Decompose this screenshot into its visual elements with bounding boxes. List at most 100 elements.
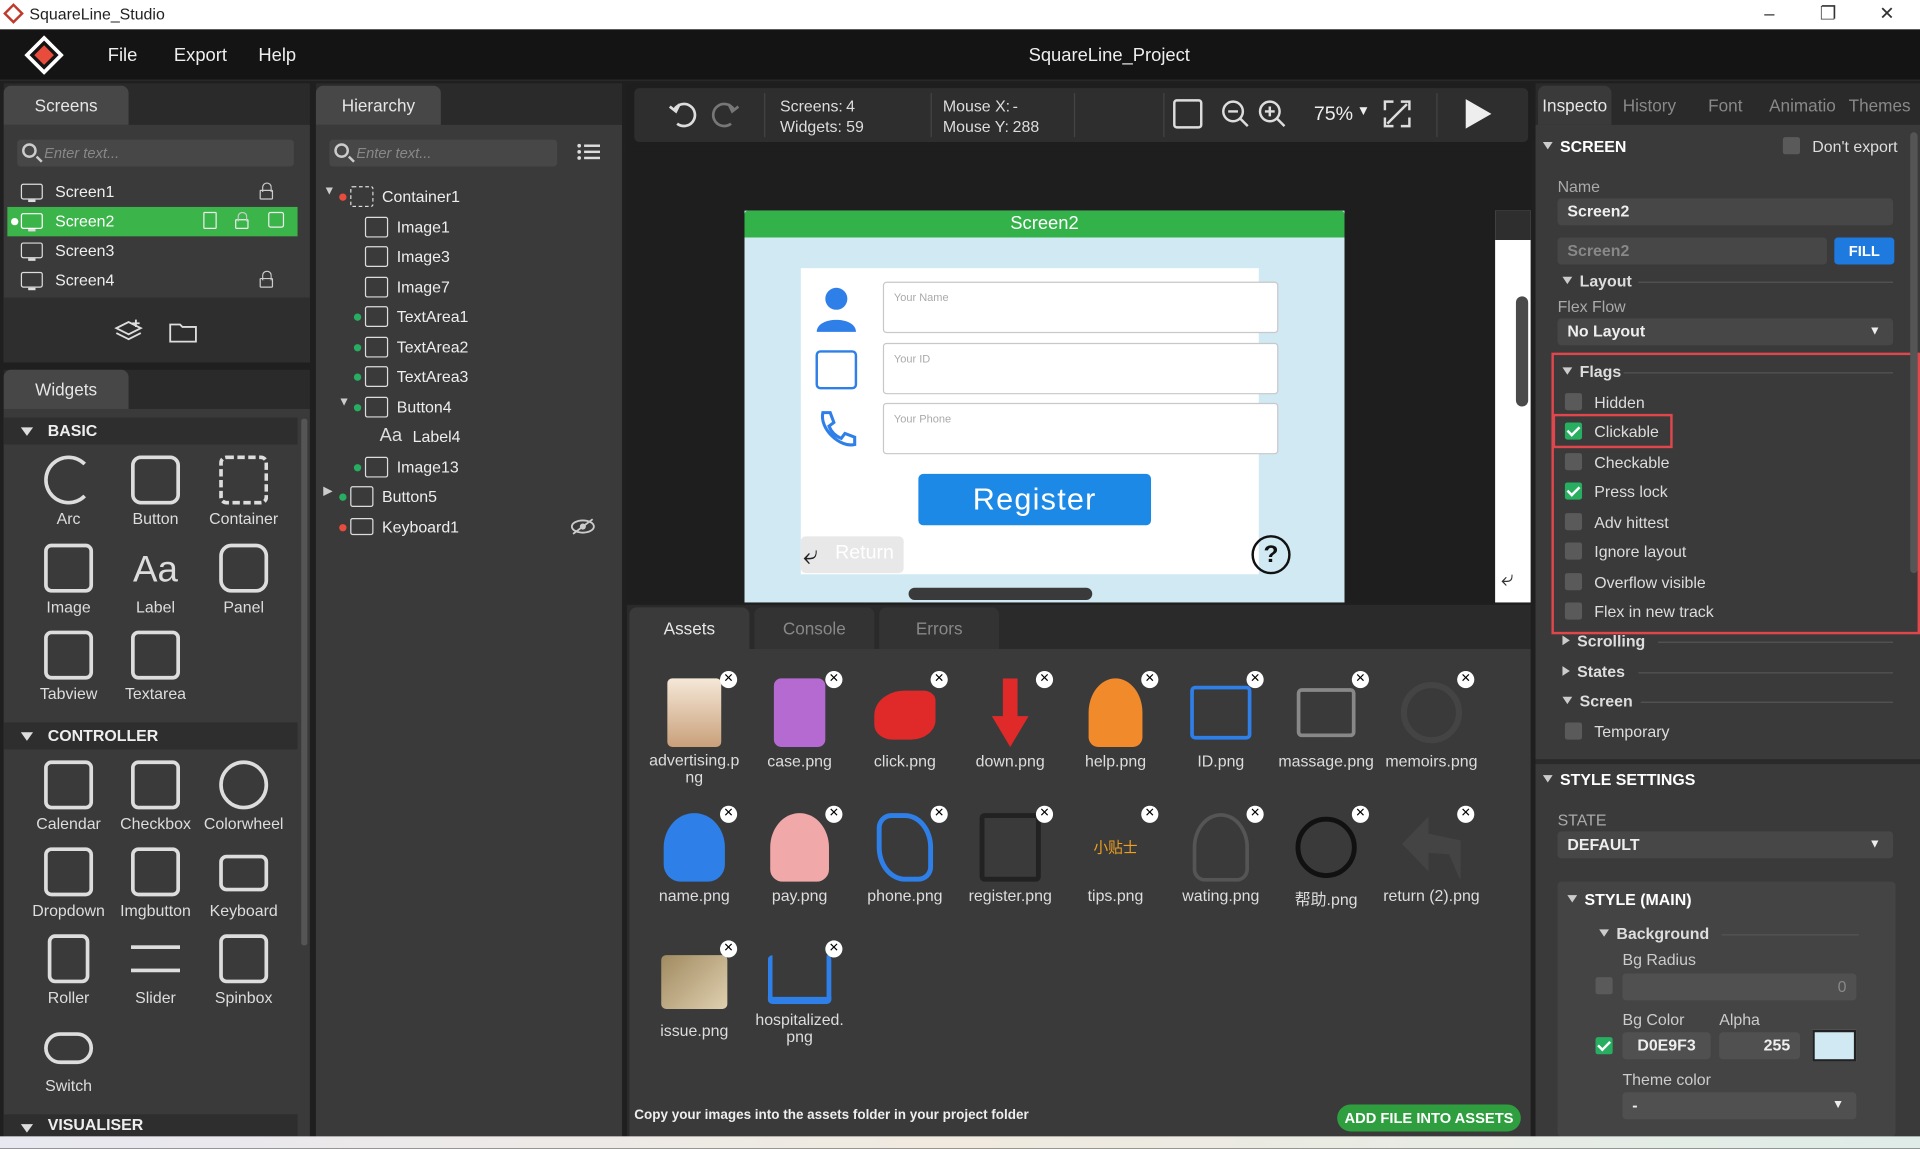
hierarchy-search-input[interactable]: Enter text...	[329, 139, 558, 167]
flag-press-lock[interactable]: Press lock	[1564, 481, 1810, 505]
tree-item-image13[interactable]: Image13	[316, 453, 622, 482]
add-screen-icon[interactable]	[114, 318, 143, 341]
add-file-into-assets-button[interactable]: ADD FILE INTO ASSETS	[1337, 1104, 1521, 1132]
widget-tabview[interactable]: Tabview	[26, 630, 112, 703]
asset-phone[interactable]: phone.png ✕	[852, 805, 957, 905]
widget-panel[interactable]: Panel	[201, 543, 287, 616]
tab-history[interactable]: History	[1614, 86, 1685, 125]
flags-section[interactable]: Flags	[1562, 362, 1621, 381]
canvas-h-scrollbar[interactable]	[908, 587, 1093, 601]
state-dropdown[interactable]: DEFAULT ▼	[1557, 831, 1894, 859]
widget-textarea[interactable]: Textarea	[113, 630, 199, 703]
fit-screen-icon[interactable]	[1382, 99, 1411, 128]
flex-flow-dropdown[interactable]: No Layout ▼	[1557, 318, 1894, 346]
flag-overflow-visible[interactable]: Overflow visible	[1564, 572, 1810, 596]
menu-help[interactable]: Help	[258, 45, 296, 66]
section-controller[interactable]: CONTROLLER	[3, 722, 298, 750]
tab-hierarchy[interactable]: Hierarchy	[315, 85, 441, 125]
undo-icon[interactable]	[667, 97, 701, 131]
minimize-icon[interactable]: –	[1751, 2, 1788, 26]
screen-subsection[interactable]: Screen	[1562, 692, 1633, 710]
widget-keyboard[interactable]: Keyboard	[201, 847, 287, 920]
layout-section[interactable]: Layout	[1562, 272, 1632, 290]
unlock-icon[interactable]	[235, 211, 249, 229]
zoom-out-icon[interactable]	[1221, 99, 1250, 128]
tree-item-textarea3[interactable]: TextArea3	[316, 362, 622, 391]
canvas-v-scrollbar[interactable]	[1515, 296, 1529, 407]
states-section[interactable]: States	[1562, 662, 1625, 681]
tree-item-image7[interactable]: Image7	[316, 273, 622, 302]
phone-input[interactable]: Your Phone	[882, 402, 1279, 455]
tree-item-textarea2[interactable]: TextArea2	[316, 333, 622, 362]
tab-inspector[interactable]: Inspecto	[1537, 85, 1612, 125]
style-main-section[interactable]: STYLE (MAIN)	[1567, 890, 1692, 909]
hidden-eye-icon[interactable]	[569, 517, 596, 537]
name-input[interactable]: Screen2	[1557, 198, 1894, 226]
bg-color-checkbox[interactable]	[1595, 1037, 1613, 1055]
flag-adv-hittest[interactable]: Adv hittest	[1564, 512, 1810, 536]
dont-export-checkbox[interactable]	[1782, 137, 1801, 155]
list-options-icon[interactable]	[577, 142, 601, 164]
inspector-scrollbar[interactable]	[1910, 132, 1918, 574]
tab-themes[interactable]: Themes	[1844, 86, 1915, 125]
screen-item-3[interactable]: Screen3	[7, 236, 297, 265]
tab-animation[interactable]: Animatio	[1763, 86, 1841, 125]
screen-item-1[interactable]: Screen1	[7, 178, 297, 207]
name-input[interactable]: Your Name	[882, 281, 1279, 334]
fill-button[interactable]: FILL	[1834, 237, 1895, 265]
lock-icon[interactable]	[259, 182, 274, 200]
zoom-level[interactable]: 75%	[1314, 104, 1353, 126]
tab-console[interactable]: Console	[754, 607, 875, 649]
flag-checkable[interactable]: Checkable	[1564, 452, 1810, 476]
temporary-option[interactable]: Temporary	[1564, 721, 1810, 745]
background-section[interactable]: Background	[1599, 924, 1709, 943]
screen2-preview[interactable]: Screen2 Your Name Your ID Your Phone Reg…	[744, 210, 1345, 603]
background-image-icon[interactable]	[1173, 99, 1203, 129]
folder-icon[interactable]	[169, 321, 198, 343]
widgets-scrollbar[interactable]	[301, 418, 308, 946]
screen-item-4[interactable]: Screen4	[7, 266, 297, 295]
tab-assets[interactable]: Assets	[629, 607, 750, 649]
tree-item-image3[interactable]: Image3	[316, 242, 622, 271]
theme-color-dropdown[interactable]: - ▼	[1622, 1092, 1857, 1120]
screen-item-2[interactable]: Screen2	[7, 206, 298, 237]
tree-item-label4[interactable]: Aa Label4	[316, 422, 622, 451]
trash-icon[interactable]	[203, 211, 217, 229]
flag-clickable[interactable]: Clickable	[1564, 421, 1810, 445]
play-icon[interactable]	[1463, 98, 1492, 130]
restore-icon[interactable]: ❐	[1810, 2, 1847, 26]
tab-screens[interactable]: Screens	[3, 85, 129, 125]
widget-spinbox[interactable]: Spinbox	[201, 934, 287, 1007]
tab-errors[interactable]: Errors	[879, 607, 1000, 649]
widget-container[interactable]: Container	[201, 455, 287, 528]
tree-item-container1[interactable]: ▼ Container1	[316, 182, 622, 211]
asset-down[interactable]: down.png ✕	[958, 671, 1063, 770]
tree-item-textarea1[interactable]: TextArea1	[316, 302, 622, 331]
zoom-dropdown-icon[interactable]: ▼	[1357, 104, 1370, 119]
asset-tips[interactable]: 小贴士 tips.png ✕	[1063, 805, 1168, 905]
name-field-2[interactable]: Screen2	[1557, 237, 1827, 265]
asset-click[interactable]: click.png ✕	[852, 671, 957, 770]
asset-memoirs[interactable]: memoirs.png ✕	[1379, 671, 1484, 770]
section-basic[interactable]: BASIC	[3, 417, 298, 445]
duplicate-icon[interactable]	[268, 211, 285, 228]
widget-slider[interactable]: Slider	[113, 934, 199, 1007]
next-screen-preview[interactable]: ⤶	[1495, 210, 1531, 603]
tree-item-button4[interactable]: ▼ Button4	[316, 393, 622, 422]
bg-radius-checkbox[interactable]	[1595, 977, 1613, 995]
widget-label[interactable]: Aa Label	[113, 544, 199, 616]
asset-massage[interactable]: massage.png ✕	[1273, 671, 1378, 770]
screen-section-header[interactable]: SCREEN	[1542, 137, 1626, 156]
menu-file[interactable]: File	[108, 45, 138, 66]
style-settings-header[interactable]: STYLE SETTINGS	[1542, 770, 1695, 789]
flag-hidden[interactable]: Hidden	[1564, 392, 1810, 416]
widget-switch[interactable]: Switch	[26, 1022, 112, 1095]
asset-issue[interactable]: issue.png ✕	[642, 940, 747, 1040]
close-icon[interactable]: ✕	[1869, 2, 1906, 26]
help-icon[interactable]: ?	[1251, 535, 1291, 575]
asset-pay[interactable]: pay.png ✕	[747, 805, 852, 905]
register-button[interactable]: Register	[918, 473, 1152, 526]
asset-help[interactable]: help.png ✕	[1063, 671, 1168, 770]
screens-search-input[interactable]: Enter text...	[17, 139, 294, 167]
asset-advertising[interactable]: advertising.png ✕	[642, 671, 747, 786]
